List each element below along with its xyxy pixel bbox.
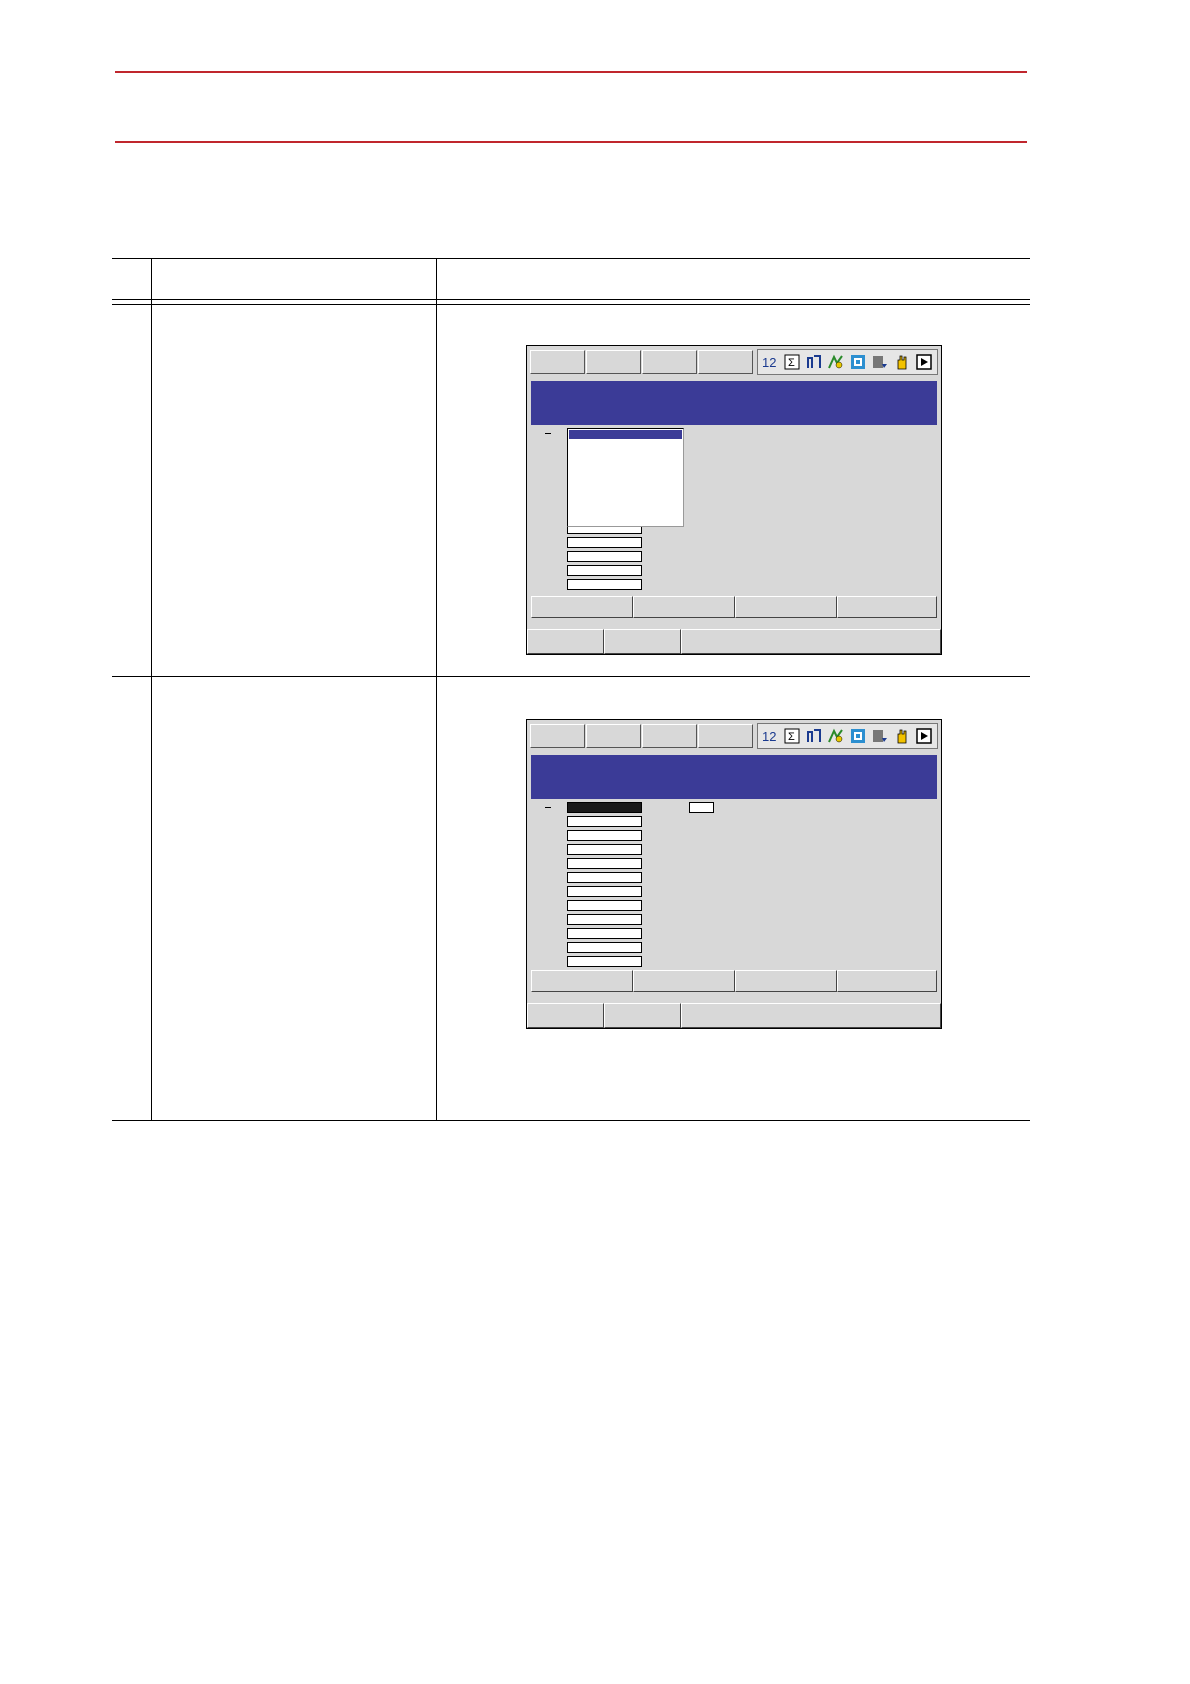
table-top-border [112,258,1030,259]
value-field[interactable] [567,565,642,576]
menu-button-4[interactable] [698,724,753,748]
table-bottom-border [112,1120,1030,1121]
value-field[interactable] [567,858,642,869]
jog-icon [828,728,843,743]
status-icon-bar: 12 Σ [757,723,938,749]
small-value-box[interactable] [689,802,714,813]
function-key-1[interactable] [531,596,633,618]
function-key-row [531,596,937,618]
sigma-icon: Σ [784,728,800,744]
value-field[interactable] [567,551,642,562]
menu-button-4[interactable] [698,350,753,374]
table-col-divider-1 [151,258,152,1120]
table-header-rule [112,299,1030,300]
bottom-button-row [527,1003,941,1028]
table-row-2-step [112,682,151,712]
value-field[interactable] [567,886,642,897]
screen-title-bar [531,755,937,799]
value-field[interactable] [567,816,642,827]
value-field[interactable] [567,579,642,590]
table-row-2-operation [156,682,432,712]
page-header-title [115,84,1027,124]
function-key-3[interactable] [735,596,837,618]
value-field[interactable] [567,956,642,967]
edit-mode-icon [807,355,821,368]
row-marker [545,807,551,808]
table-header-explanation [442,262,1028,296]
message-area [681,629,941,654]
screen-content [531,425,937,596]
screen-content [531,799,937,970]
table-header-rule-2 [112,304,1030,305]
bottom-button-1[interactable] [527,629,604,654]
play-icon [916,728,932,744]
svg-text:12: 12 [762,355,776,370]
function-key-4[interactable] [837,596,937,618]
value-field[interactable] [567,537,642,548]
function-key-2[interactable] [633,970,735,992]
value-field[interactable] [567,914,642,925]
menu-button-3[interactable] [642,350,697,374]
hand-icon [897,729,907,744]
table-row-1-step [112,310,151,340]
hand-icon [897,355,907,370]
value-field[interactable] [567,942,642,953]
table-row-1-explanation [442,310,1028,340]
svg-text:Σ: Σ [788,731,795,743]
table-col-divider-2 [436,258,437,1120]
table-row-separator [112,676,1030,677]
function-key-3[interactable] [735,970,837,992]
page-number-icon: 12 [762,729,776,744]
svg-text:Σ: Σ [788,357,795,369]
row-marker [545,433,551,434]
menu-button-2[interactable] [586,350,641,374]
value-field[interactable] [567,900,642,911]
function-key-2[interactable] [633,596,735,618]
menu-button-1[interactable] [530,724,585,748]
menu-button-1[interactable] [530,350,585,374]
table-row-2-explanation [442,682,1028,712]
value-field[interactable] [567,844,642,855]
menu-button-3[interactable] [642,724,697,748]
value-field[interactable] [567,928,642,939]
pendant-screen-1: 12 Σ [526,345,942,655]
dropdown-item-selected[interactable] [569,430,682,439]
sigma-icon: Σ [784,354,800,370]
pendant-screen-2: 12 Σ [526,719,942,1029]
cycle-icon [873,730,887,742]
message-area [681,1003,941,1028]
value-field-selected[interactable] [567,802,642,813]
function-key-4[interactable] [837,970,937,992]
svg-text:12: 12 [762,729,776,744]
bottom-button-2[interactable] [604,1003,681,1028]
table-header-operation [156,262,432,296]
header-rule-top [115,71,1027,73]
function-key-1[interactable] [531,970,633,992]
value-field[interactable] [567,830,642,841]
header-rule-bottom [115,141,1027,143]
storage-icon [851,729,865,743]
bottom-button-row [527,629,941,654]
storage-icon [851,355,865,369]
status-icon-bar: 12 Σ [757,349,938,375]
cycle-icon [873,356,887,368]
page-number-icon: 12 [762,355,776,370]
selection-dropdown[interactable] [567,428,684,527]
jog-icon [828,354,843,369]
bottom-button-2[interactable] [604,629,681,654]
bottom-button-1[interactable] [527,1003,604,1028]
edit-mode-icon [807,729,821,742]
function-key-row [531,970,937,992]
screen-title-bar [531,381,937,425]
play-icon [916,354,932,370]
value-field[interactable] [567,872,642,883]
table-row-1-operation [156,310,432,340]
menu-button-2[interactable] [586,724,641,748]
table-header-step [112,262,151,296]
